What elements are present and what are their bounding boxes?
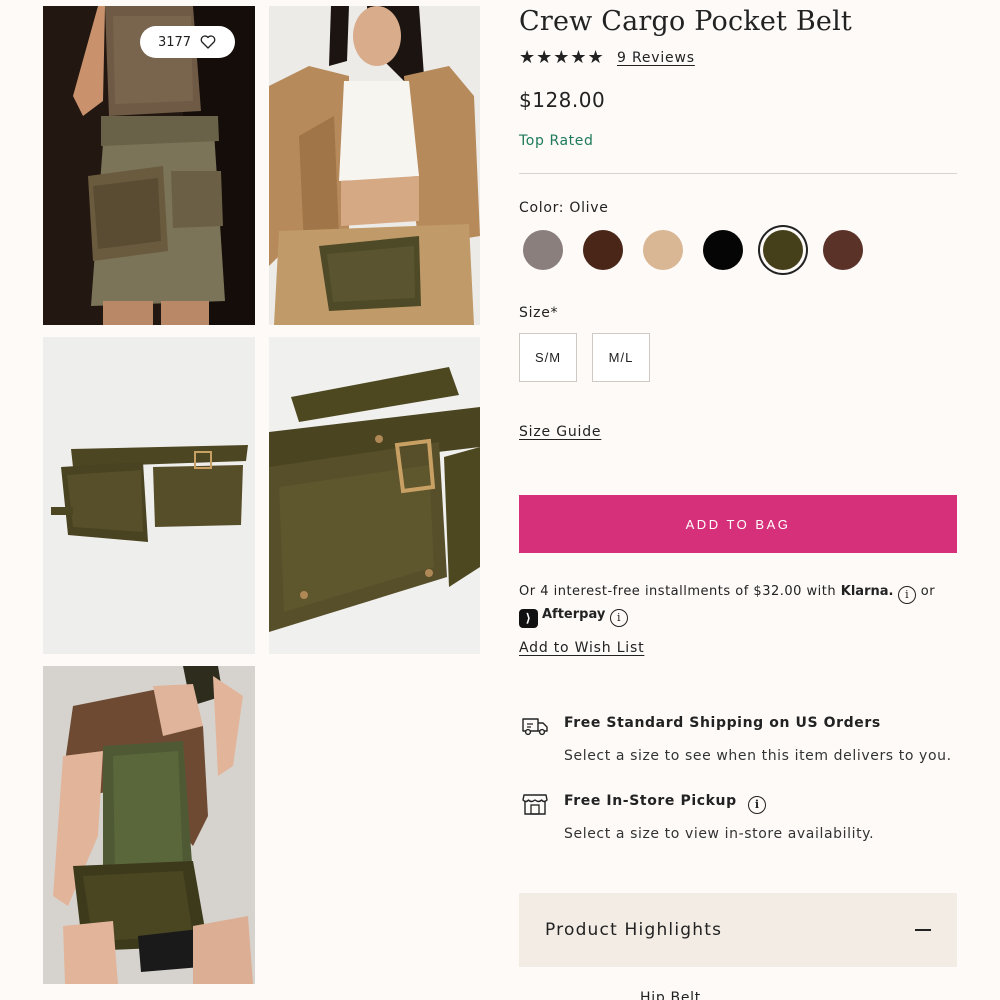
color-swatches: [519, 226, 879, 276]
standard-shipping-title: Free Standard Shipping on US Orders: [564, 715, 881, 731]
product-flat-photo-art: [43, 337, 255, 654]
highlight-item: Hip Belt: [640, 990, 701, 1000]
installments-or: or: [920, 584, 936, 599]
minus-icon[interactable]: [915, 929, 931, 931]
swatch-black[interactable]: [703, 230, 743, 270]
store-pickup-subtext: Select a size to view in-store availabil…: [564, 826, 875, 842]
standard-shipping-subtext: Select a size to see when this item deli…: [564, 748, 952, 764]
size-option-ml[interactable]: M/L: [592, 333, 650, 382]
product-flat-photo[interactable]: [43, 337, 255, 654]
product-title: Crew Cargo Pocket Belt: [519, 6, 852, 37]
swatch-grey[interactable]: [523, 230, 563, 270]
afterpay-info-icon[interactable]: i: [609, 609, 628, 627]
favorite-button[interactable]: 3177: [140, 26, 235, 58]
truck-icon: [522, 718, 548, 736]
price: $128.00: [519, 88, 606, 112]
product-closeup-photo-art: [269, 337, 480, 654]
add-to-wishlist-link[interactable]: Add to Wish List: [519, 640, 644, 656]
afterpay-logo: Afterpay: [542, 607, 606, 622]
product-highlights-accordion[interactable]: Product Highlights: [519, 893, 957, 967]
product-highlights-label: Product Highlights: [545, 920, 723, 940]
installments-text: Or 4 interest-free installments of $32.0…: [519, 584, 837, 599]
installments-info: Or 4 interest-free installments of $32.0…: [519, 581, 959, 628]
model-photo-2[interactable]: [269, 6, 480, 325]
favorite-count: 3177: [157, 34, 192, 50]
store-pickup-title-text: Free In-Store Pickup: [564, 793, 737, 809]
divider: [519, 173, 957, 174]
size-label: Size*: [519, 305, 559, 321]
pickup-info-icon[interactable]: i: [748, 795, 767, 814]
swatch-tan[interactable]: [643, 230, 683, 270]
store-icon: [522, 794, 548, 815]
model-photo-3[interactable]: [43, 666, 255, 984]
heart-icon: [200, 35, 216, 49]
rating-stars: ★★★★★: [519, 47, 605, 68]
size-guide-link[interactable]: Size Guide: [519, 424, 601, 440]
store-pickup-title: Free In-Store Pickup i: [564, 793, 767, 814]
top-rated-badge: Top Rated: [519, 133, 594, 149]
model-photo-2-art: [269, 6, 480, 325]
swatch-brown[interactable]: [823, 230, 863, 270]
klarna-info-icon[interactable]: i: [898, 586, 917, 604]
klarna-logo: Klarna.: [840, 584, 894, 599]
swatch-chocolate[interactable]: [583, 230, 623, 270]
product-closeup-photo[interactable]: [269, 337, 480, 654]
add-to-bag-button[interactable]: ADD TO BAG: [519, 495, 957, 553]
afterpay-icon: ⟩: [519, 608, 538, 628]
reviews-link[interactable]: 9 Reviews: [617, 50, 695, 66]
swatch-olive[interactable]: [763, 230, 803, 270]
color-label: Color: Olive: [519, 200, 609, 216]
size-option-sm[interactable]: S/M: [519, 333, 577, 382]
model-photo-3-art: [43, 666, 255, 984]
